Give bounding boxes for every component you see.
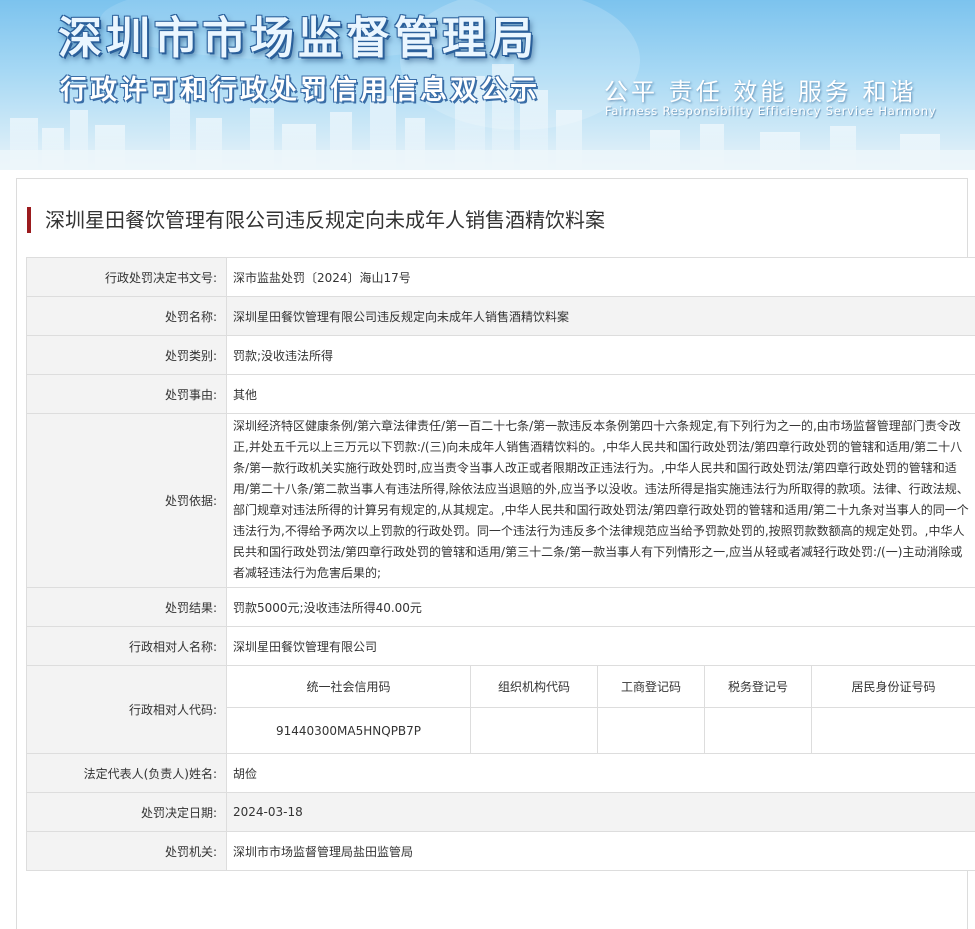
row-decision-no: 行政处罚决定书文号: 深市监盐处罚〔2024〕海山17号 <box>27 258 975 297</box>
code-header-org: 组织机构代码 <box>471 666 598 708</box>
party-code-label: 行政相对人代码: <box>27 666 227 754</box>
penalty-name-label: 处罚名称: <box>27 297 227 336</box>
penalty-result-value: 罚款5000元;没收违法所得40.00元 <box>227 588 975 627</box>
party-code-table: 统一社会信用码 组织机构代码 工商登记码 税务登记号 居民身份证号码 91440… <box>227 666 975 753</box>
row-penalty-reason: 处罚事由: 其他 <box>27 375 975 414</box>
row-party-code: 行政相对人代码: 统一社会信用码 组织机构代码 工商登记码 税务登记号 居民身份… <box>27 666 975 754</box>
row-penalty-result: 处罚结果: 罚款5000元;没收违法所得40.00元 <box>27 588 975 627</box>
decision-no-value: 深市监盐处罚〔2024〕海山17号 <box>227 258 975 297</box>
code-header-business: 工商登记码 <box>598 666 705 708</box>
party-code-header-row: 统一社会信用码 组织机构代码 工商登记码 税务登记号 居民身份证号码 <box>227 666 975 708</box>
banner-slogan-en: Fairness Responsibility Efficiency Servi… <box>605 104 936 118</box>
row-legal-rep: 法定代表人(负责人)姓名: 胡俭 <box>27 754 975 793</box>
penalty-name-value: 深圳星田餐饮管理有限公司违反规定向未成年人销售酒精饮料案 <box>227 297 975 336</box>
decision-no-label: 行政处罚决定书文号: <box>27 258 227 297</box>
decision-date-label: 处罚决定日期: <box>27 793 227 832</box>
row-penalty-name: 处罚名称: 深圳星田餐饮管理有限公司违反规定向未成年人销售酒精饮料案 <box>27 297 975 336</box>
case-title: 深圳星田餐饮管理有限公司违反规定向未成年人销售酒精饮料案 <box>27 207 605 233</box>
row-authority: 处罚机关: 深圳市市场监督管理局盐田监管局 <box>27 832 975 871</box>
code-value-credit: 91440300MA5HNQPB7P <box>227 708 471 754</box>
code-header-id: 居民身份证号码 <box>812 666 975 708</box>
banner-subtitle: 行政许可和行政处罚信用信息双公示 <box>60 68 540 107</box>
decision-date-value: 2024-03-18 <box>227 793 975 832</box>
case-info-table: 行政处罚决定书文号: 深市监盐处罚〔2024〕海山17号 处罚名称: 深圳星田餐… <box>26 257 975 871</box>
penalty-basis-label: 处罚依据: <box>27 414 227 588</box>
penalty-basis-value: 深圳经济特区健康条例/第六章法律责任/第一百二十七条/第一款违反本条例第四十六条… <box>227 414 975 588</box>
code-value-tax <box>705 708 812 754</box>
header-banner: 深圳市市场监督管理局 行政许可和行政处罚信用信息双公示 公平 责任 效能 服务 … <box>0 0 975 170</box>
row-penalty-type: 处罚类别: 罚款;没收违法所得 <box>27 336 975 375</box>
row-decision-date: 处罚决定日期: 2024-03-18 <box>27 793 975 832</box>
penalty-reason-label: 处罚事由: <box>27 375 227 414</box>
penalty-type-value: 罚款;没收违法所得 <box>227 336 975 375</box>
penalty-type-label: 处罚类别: <box>27 336 227 375</box>
case-detail-panel: 深圳星田餐饮管理有限公司违反规定向未成年人销售酒精饮料案 行政处罚决定书文号: … <box>16 178 968 929</box>
code-value-org <box>471 708 598 754</box>
code-value-id <box>812 708 975 754</box>
row-penalty-basis: 处罚依据: 深圳经济特区健康条例/第六章法律责任/第一百二十七条/第一款违反本条… <box>27 414 975 588</box>
party-code-value-row: 91440300MA5HNQPB7P <box>227 708 975 754</box>
legal-rep-value: 胡俭 <box>227 754 975 793</box>
party-name-label: 行政相对人名称: <box>27 627 227 666</box>
row-party-name: 行政相对人名称: 深圳星田餐饮管理有限公司 <box>27 627 975 666</box>
authority-label: 处罚机关: <box>27 832 227 871</box>
legal-rep-label: 法定代表人(负责人)姓名: <box>27 754 227 793</box>
party-name-value: 深圳星田餐饮管理有限公司 <box>227 627 975 666</box>
code-value-business <box>598 708 705 754</box>
penalty-result-label: 处罚结果: <box>27 588 227 627</box>
code-header-credit: 统一社会信用码 <box>227 666 471 708</box>
code-header-tax: 税务登记号 <box>705 666 812 708</box>
party-code-cell: 统一社会信用码 组织机构代码 工商登记码 税务登记号 居民身份证号码 91440… <box>227 666 975 754</box>
banner-title: 深圳市市场监督管理局 <box>58 2 538 66</box>
authority-value: 深圳市市场监督管理局盐田监管局 <box>227 832 975 871</box>
banner-slogan-cn: 公平 责任 效能 服务 和谐 <box>604 72 917 107</box>
penalty-reason-value: 其他 <box>227 375 975 414</box>
